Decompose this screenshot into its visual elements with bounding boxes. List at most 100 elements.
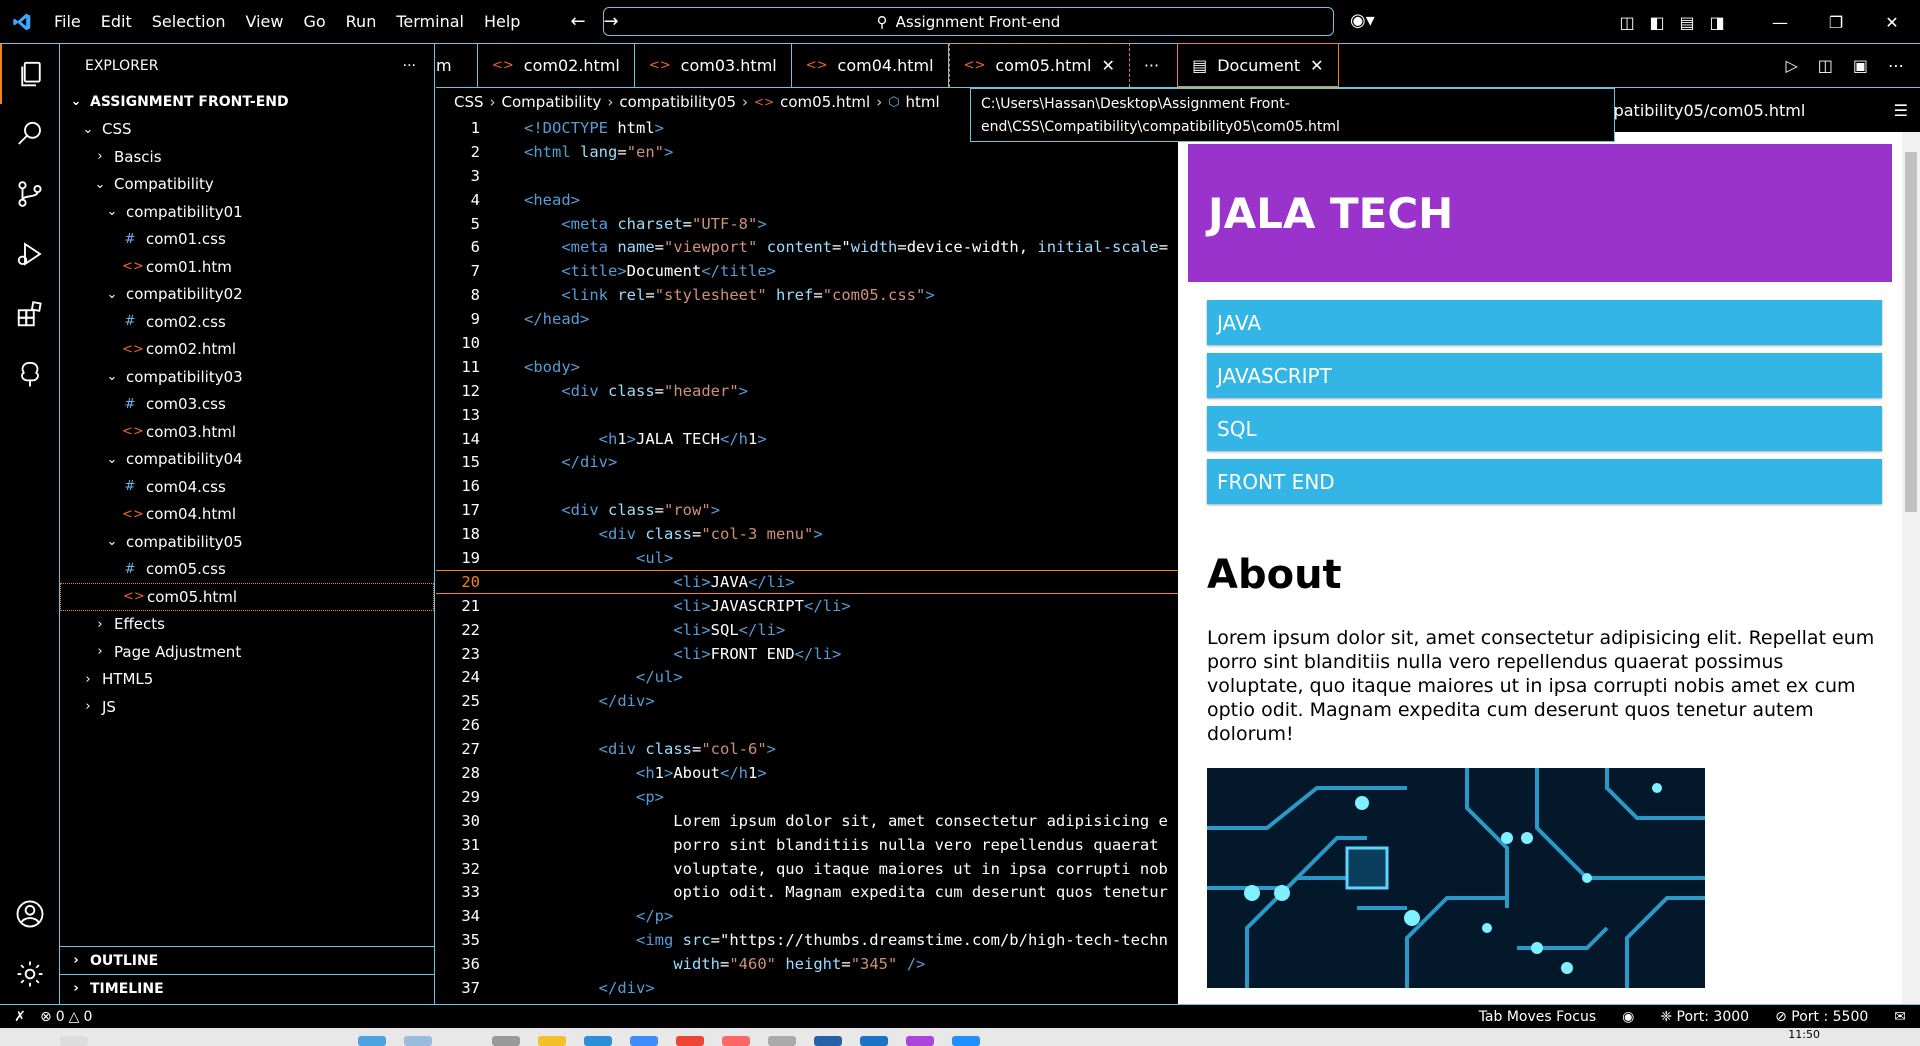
close-icon[interactable]: ✕ bbox=[1101, 56, 1114, 75]
tree-item[interactable]: › Bascis bbox=[60, 143, 434, 171]
code-line[interactable]: 2 <html lang="en"> bbox=[436, 140, 1178, 164]
tree-item[interactable]: # com04.css bbox=[60, 473, 434, 501]
taskbar-app-icon[interactable] bbox=[906, 1036, 934, 1046]
menu-selection[interactable]: Selection bbox=[142, 12, 236, 31]
tree-item[interactable]: ⌄ compatibility03 bbox=[60, 363, 434, 391]
code-line[interactable]: 34 </p> bbox=[436, 904, 1178, 928]
hamburger-menu-icon[interactable]: ☰ bbox=[1894, 101, 1908, 120]
copilot-status-icon[interactable]: ◉ bbox=[1622, 1009, 1634, 1025]
menu-go[interactable]: Go bbox=[293, 12, 335, 31]
timeline-section[interactable]: › TIMELINE bbox=[60, 974, 435, 1002]
code-line[interactable]: 36 width="460" height="345" /> bbox=[436, 952, 1178, 976]
tree-item[interactable]: › JS bbox=[60, 693, 434, 721]
code-line[interactable]: 27 <div class="col-6"> bbox=[436, 737, 1178, 761]
code-line[interactable]: 33 optio odit. Magnam expedita cum deser… bbox=[436, 881, 1178, 905]
taskbar-app-icon[interactable] bbox=[358, 1036, 386, 1046]
tree-item[interactable]: <> com03.html bbox=[60, 418, 434, 446]
code-line[interactable]: 17 <div class="row"> bbox=[436, 498, 1178, 522]
code-line[interactable]: 16 bbox=[436, 474, 1178, 498]
taskbar-app-icon[interactable] bbox=[404, 1036, 432, 1046]
menu-file[interactable]: File bbox=[44, 12, 91, 31]
code-line[interactable]: 6 <meta name="viewport" content="width=d… bbox=[436, 235, 1178, 259]
code-line[interactable]: 13 bbox=[436, 403, 1178, 427]
tree-item[interactable]: <> com01.htm bbox=[60, 253, 434, 281]
tree-item[interactable]: ⌄ compatibility05 bbox=[60, 528, 434, 556]
tree-item[interactable]: # com01.css bbox=[60, 226, 434, 254]
code-line[interactable]: 24 </ul> bbox=[436, 665, 1178, 689]
code-line[interactable]: 28 <h1>About</h1> bbox=[436, 761, 1178, 785]
settings-gear-icon[interactable] bbox=[0, 944, 60, 1004]
code-lines[interactable]: 1 <!DOCTYPE html> 2 <html lang="en"> 3 4 <head… bbox=[436, 116, 1178, 1004]
tab-m[interactable]: m bbox=[436, 43, 478, 87]
tree-item[interactable]: # com03.css bbox=[60, 391, 434, 419]
code-line[interactable]: 22 <li>SQL</li> bbox=[436, 618, 1178, 642]
toggle-secondary-sidebar-icon[interactable]: ◨ bbox=[1702, 13, 1732, 32]
tab-com02-html[interactable]: <> com02.html bbox=[478, 43, 635, 87]
port-3000[interactable]: ❈ Port: 3000 bbox=[1660, 1009, 1749, 1025]
port-5500[interactable]: ⊘ Port : 5500 bbox=[1775, 1009, 1868, 1025]
code-line[interactable]: 21 <li>JAVASCRIPT</li> bbox=[436, 594, 1178, 618]
source-control-icon[interactable] bbox=[0, 164, 60, 224]
code-line[interactable]: 5 <meta charset="UTF-8"> bbox=[436, 212, 1178, 236]
code-line[interactable]: 3 bbox=[436, 164, 1178, 188]
customize-layout-icon[interactable]: ◫ bbox=[1612, 13, 1642, 32]
code-line[interactable]: 11 <body> bbox=[436, 355, 1178, 379]
code-line[interactable]: 31 porro sint blanditiis nulla vero repe… bbox=[436, 833, 1178, 857]
split-editor-icon[interactable]: ◫ bbox=[1818, 56, 1833, 75]
tab-com03-html[interactable]: <> com03.html bbox=[635, 43, 792, 87]
menu-terminal[interactable]: Terminal bbox=[386, 12, 474, 31]
code-line[interactable]: 29 <p> bbox=[436, 785, 1178, 809]
preview-path[interactable]: mpatibility05/com05.html bbox=[1598, 101, 1805, 120]
code-line[interactable]: 26 bbox=[436, 713, 1178, 737]
close-window-icon[interactable]: ✕ bbox=[1864, 13, 1920, 32]
tree-item[interactable]: › Effects bbox=[60, 611, 434, 639]
more-actions-icon[interactable]: ⋯ bbox=[1888, 56, 1904, 75]
menu-help[interactable]: Help bbox=[474, 12, 530, 31]
workspace-root[interactable]: ⌄ ASSIGNMENT FRONT-END bbox=[60, 88, 434, 116]
breadcrumb-item[interactable]: html bbox=[906, 93, 940, 111]
notifications-bell-icon[interactable]: ✉ bbox=[1894, 1009, 1906, 1025]
lock-icon[interactable]: ▣ bbox=[1853, 56, 1868, 75]
code-line[interactable]: 10 bbox=[436, 331, 1178, 355]
breadcrumb-item[interactable]: compatibility05 bbox=[619, 93, 736, 111]
taskbar-app-icon[interactable] bbox=[768, 1036, 796, 1046]
remote-indicator-icon[interactable]: ✗ bbox=[0, 1009, 40, 1025]
close-icon[interactable]: ✕ bbox=[1310, 56, 1323, 75]
taskbar-search-icon[interactable] bbox=[60, 1036, 88, 1046]
preview-menu-item[interactable]: JAVASCRIPT bbox=[1207, 353, 1882, 398]
taskbar-app-icon[interactable] bbox=[860, 1036, 888, 1046]
tab-com05-html[interactable]: <> com05.html ✕ bbox=[948, 43, 1130, 87]
tree-item[interactable]: ⌄ Compatibility bbox=[60, 171, 434, 199]
code-line[interactable]: 8 <link rel="stylesheet" href="com05.css… bbox=[436, 283, 1178, 307]
tree-item[interactable]: # com02.css bbox=[60, 308, 434, 336]
tree-item[interactable]: <> com04.html bbox=[60, 501, 434, 529]
preview-menu-item[interactable]: JAVA bbox=[1207, 300, 1882, 345]
tree-item[interactable]: ⌄ compatibility04 bbox=[60, 446, 434, 474]
breadcrumb-item[interactable]: com05.html bbox=[780, 93, 870, 111]
code-line[interactable]: 7 <title>Document</title> bbox=[436, 259, 1178, 283]
code-line[interactable]: 37 </div> bbox=[436, 976, 1178, 1000]
preview-scrollbar[interactable] bbox=[1902, 132, 1920, 1004]
outline-section[interactable]: › OUTLINE bbox=[60, 946, 435, 974]
tab-moves-focus[interactable]: Tab Moves Focus bbox=[1479, 1009, 1596, 1025]
remote-explorer-icon[interactable] bbox=[0, 344, 60, 404]
taskbar-app-icon[interactable] bbox=[814, 1036, 842, 1046]
tree-item[interactable]: <> com02.html bbox=[60, 336, 434, 364]
tree-item[interactable]: ⌄ CSS bbox=[60, 116, 434, 144]
code-editor[interactable]: CSS › Compatibility › compatibility05 › <> com0… bbox=[436, 88, 1178, 1004]
code-line[interactable]: 12 <div class="header"> bbox=[436, 379, 1178, 403]
taskbar-app-icon[interactable] bbox=[538, 1036, 566, 1046]
menu-edit[interactable]: Edit bbox=[91, 12, 142, 31]
tree-item[interactable]: ⌄ compatibility01 bbox=[60, 198, 434, 226]
copilot-icon[interactable]: ◉▾ bbox=[1350, 10, 1375, 31]
breadcrumb-item[interactable]: Compatibility bbox=[502, 93, 602, 111]
tree-item[interactable]: ⌄ compatibility02 bbox=[60, 281, 434, 309]
back-arrow-icon[interactable]: ← bbox=[570, 11, 585, 32]
taskbar-app-icon[interactable] bbox=[584, 1036, 612, 1046]
preview-menu-item[interactable]: SQL bbox=[1207, 406, 1882, 451]
toggle-panel-icon[interactable]: ▤ bbox=[1672, 13, 1702, 32]
breadcrumb-item[interactable]: CSS bbox=[454, 93, 484, 111]
code-line[interactable]: 23 <li>FRONT END</li> bbox=[436, 642, 1178, 666]
code-line[interactable]: 4 <head> bbox=[436, 188, 1178, 212]
tab-overflow-button[interactable]: ··· bbox=[1130, 43, 1173, 87]
